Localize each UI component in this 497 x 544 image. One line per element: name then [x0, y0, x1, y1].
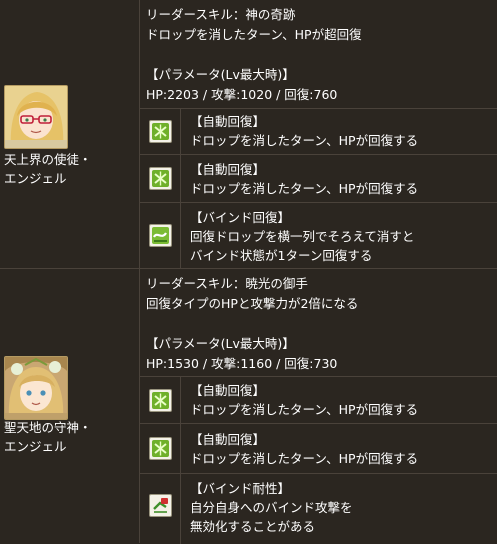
param-label: 【パラメータ(Lv最大時)】 — [146, 67, 295, 82]
param-label: 【パラメータ(Lv最大時)】 — [146, 336, 295, 351]
awakening-desc: ドロップを消したターン、HPが回復する — [190, 451, 419, 466]
awakening-row: 【自動回復】 ドロップを消したターン、HPが回復する — [140, 154, 497, 203]
awakening-row: 【バインド回復】 回復ドロップを横一列でそろえて消すと バインド状態が1ターン回… — [140, 202, 497, 269]
monster-name-line2: エンジェル — [4, 439, 67, 454]
avatar[interactable] — [4, 85, 68, 149]
leader-skill: リーダースキル：神の奇跡 ドロップを消したターン、HPが超回復 【パラメータ(L… — [146, 5, 362, 105]
awakening-desc-2: 無効化することがある — [190, 519, 316, 534]
monster-row: 聖天地の守神・ エンジェル リーダースキル：暁光の御手 回復タイプのHPと攻撃力… — [0, 269, 497, 544]
awakening-desc: 自分自身へのバインド攻撃を — [190, 500, 353, 515]
awakening-title: 【自動回復】 — [190, 383, 266, 398]
stats-text: HP:2203 / 攻撃:1020 / 回復:760 — [146, 87, 338, 102]
monster-name-line2: エンジェル — [4, 171, 67, 186]
avatar[interactable] — [4, 356, 68, 420]
skill-cell: リーダースキル：神の奇跡 ドロップを消したターン、HPが超回復 【パラメータ(L… — [140, 0, 497, 110]
awakening-desc-2: バインド状態が1ターン回復する — [190, 248, 373, 263]
awakening-title: 【バインド耐性】 — [190, 481, 291, 496]
auto-heal-icon — [149, 437, 172, 460]
auto-heal-icon — [149, 167, 172, 190]
monster-cell: 天上界の使徒・ エンジェル — [0, 0, 140, 268]
awakening-desc: ドロップを消したターン、HPが回復する — [190, 133, 419, 148]
awakening-desc: ドロップを消したターン、HPが回復する — [190, 402, 419, 417]
bind-resist-icon — [149, 494, 172, 517]
skill-cell: リーダースキル：暁光の御手 回復タイプのHPと攻撃力が2倍になる 【パラメータ(… — [140, 269, 497, 379]
awakening-title: 【自動回復】 — [190, 432, 266, 447]
monster-name: 天上界の使徒・ エンジェル — [4, 150, 92, 188]
leader-skill-label: リーダースキル：暁光の御手 — [146, 276, 308, 291]
leader-skill-desc: ドロップを消したターン、HPが超回復 — [146, 27, 362, 42]
monster-name: 聖天地の守神・ エンジェル — [4, 418, 92, 456]
monster-name-line1: 天上界の使徒・ — [4, 152, 92, 167]
stats-text: HP:1530 / 攻撃:1160 / 回復:730 — [146, 356, 338, 371]
awakening-row: 【自動回復】 ドロップを消したターン、HPが回復する — [140, 108, 497, 155]
awakening-row: 【自動回復】 ドロップを消したターン、HPが回復する — [140, 423, 497, 474]
monster-name-line1: 聖天地の守神・ — [4, 420, 92, 435]
awakening-title: 【自動回復】 — [190, 114, 266, 129]
leader-skill-desc: 回復タイプのHPと攻撃力が2倍になる — [146, 296, 359, 311]
awakening-row: 【自動回復】 ドロップを消したターン、HPが回復する — [140, 376, 497, 424]
leader-skill: リーダースキル：暁光の御手 回復タイプのHPと攻撃力が2倍になる 【パラメータ(… — [146, 274, 358, 374]
auto-heal-icon — [149, 120, 172, 143]
awakening-title: 【バインド回復】 — [190, 210, 291, 225]
awakening-desc: ドロップを消したターン、HPが回復する — [190, 181, 419, 196]
monster-row: 天上界の使徒・ エンジェル リーダースキル：神の奇跡 ドロップを消したターン、H… — [0, 0, 497, 269]
monster-cell: 聖天地の守神・ エンジェル — [0, 269, 140, 543]
monster-table: 天上界の使徒・ エンジェル リーダースキル：神の奇跡 ドロップを消したターン、H… — [0, 0, 497, 544]
awakening-desc: 回復ドロップを横一列でそろえて消すと — [190, 229, 415, 244]
bind-recovery-icon — [149, 224, 172, 247]
awakening-title: 【自動回復】 — [190, 162, 266, 177]
auto-heal-icon — [149, 389, 172, 412]
awakening-row: 【バインド耐性】 自分自身へのバインド攻撃を 無効化することがある — [140, 473, 497, 544]
leader-skill-label: リーダースキル：神の奇跡 — [146, 7, 296, 22]
